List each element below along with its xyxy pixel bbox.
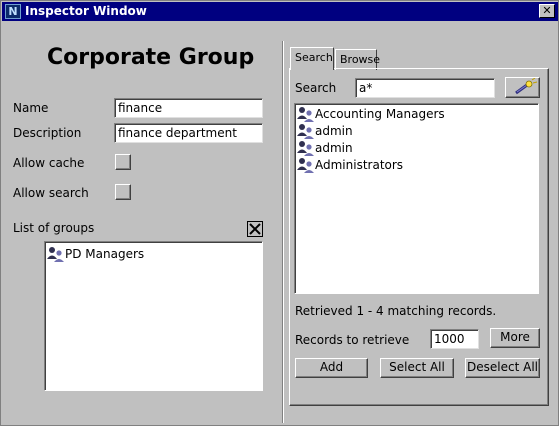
close-icon: ✕ bbox=[542, 4, 552, 17]
allow-cache-label: Allow cache bbox=[13, 156, 85, 170]
tab-browse[interactable]: Browse bbox=[335, 49, 381, 70]
group-icon bbox=[297, 124, 314, 139]
deselect-all-button[interactable]: Deselect All bbox=[465, 358, 540, 378]
group-icon bbox=[47, 247, 64, 262]
list-item-label: admin bbox=[315, 124, 353, 138]
list-item-label: Accounting Managers bbox=[315, 107, 445, 121]
allow-cache-checkbox[interactable] bbox=[115, 154, 131, 170]
allow-search-checkbox[interactable] bbox=[115, 184, 131, 200]
title-bar: N Inspector Window ✕ bbox=[2, 2, 558, 21]
tab-search[interactable]: Search bbox=[290, 47, 334, 70]
search-label: Search bbox=[295, 81, 337, 95]
list-item-label: admin bbox=[315, 141, 353, 155]
close-button[interactable]: ✕ bbox=[539, 4, 555, 18]
group-icon bbox=[297, 158, 314, 173]
name-label: Name bbox=[13, 101, 49, 115]
description-label: Description bbox=[13, 126, 82, 140]
group-icon bbox=[297, 141, 314, 156]
window-title: Inspector Window bbox=[25, 4, 147, 18]
flashlight-icon bbox=[514, 77, 537, 95]
records-label: Records to retrieve bbox=[295, 333, 410, 347]
remove-icon bbox=[247, 221, 263, 237]
list-item-label: Administrators bbox=[315, 158, 404, 172]
groups-list[interactable]: PD Managers bbox=[44, 241, 263, 391]
select-all-button[interactable]: Select All bbox=[380, 358, 454, 378]
group-icon bbox=[297, 107, 314, 122]
name-field[interactable]: finance bbox=[114, 98, 263, 118]
more-button[interactable]: More bbox=[490, 328, 540, 348]
description-field[interactable]: finance department bbox=[114, 123, 263, 143]
pane-divider bbox=[282, 41, 284, 423]
app-icon: N bbox=[5, 4, 21, 19]
page-title: Corporate Group bbox=[47, 45, 255, 70]
remove-group-button[interactable] bbox=[247, 221, 264, 238]
status-text: Retrieved 1 - 4 matching records. bbox=[295, 304, 497, 318]
search-results-list[interactable]: Accounting Managers admin admin Administ… bbox=[294, 103, 539, 294]
allow-search-label: Allow search bbox=[13, 186, 89, 200]
tab-browse-label: Browse bbox=[340, 53, 381, 66]
tab-search-label: Search bbox=[295, 51, 333, 64]
search-button[interactable] bbox=[505, 77, 540, 98]
list-of-groups-label: List of groups bbox=[13, 221, 95, 235]
records-to-retrieve-input[interactable]: 1000 bbox=[430, 329, 479, 349]
list-item-label: PD Managers bbox=[65, 247, 145, 261]
add-button[interactable]: Add bbox=[295, 358, 368, 378]
inspector-window: N Inspector Window ✕ Corporate Group Nam… bbox=[0, 0, 559, 426]
search-input[interactable]: a* bbox=[355, 78, 495, 98]
